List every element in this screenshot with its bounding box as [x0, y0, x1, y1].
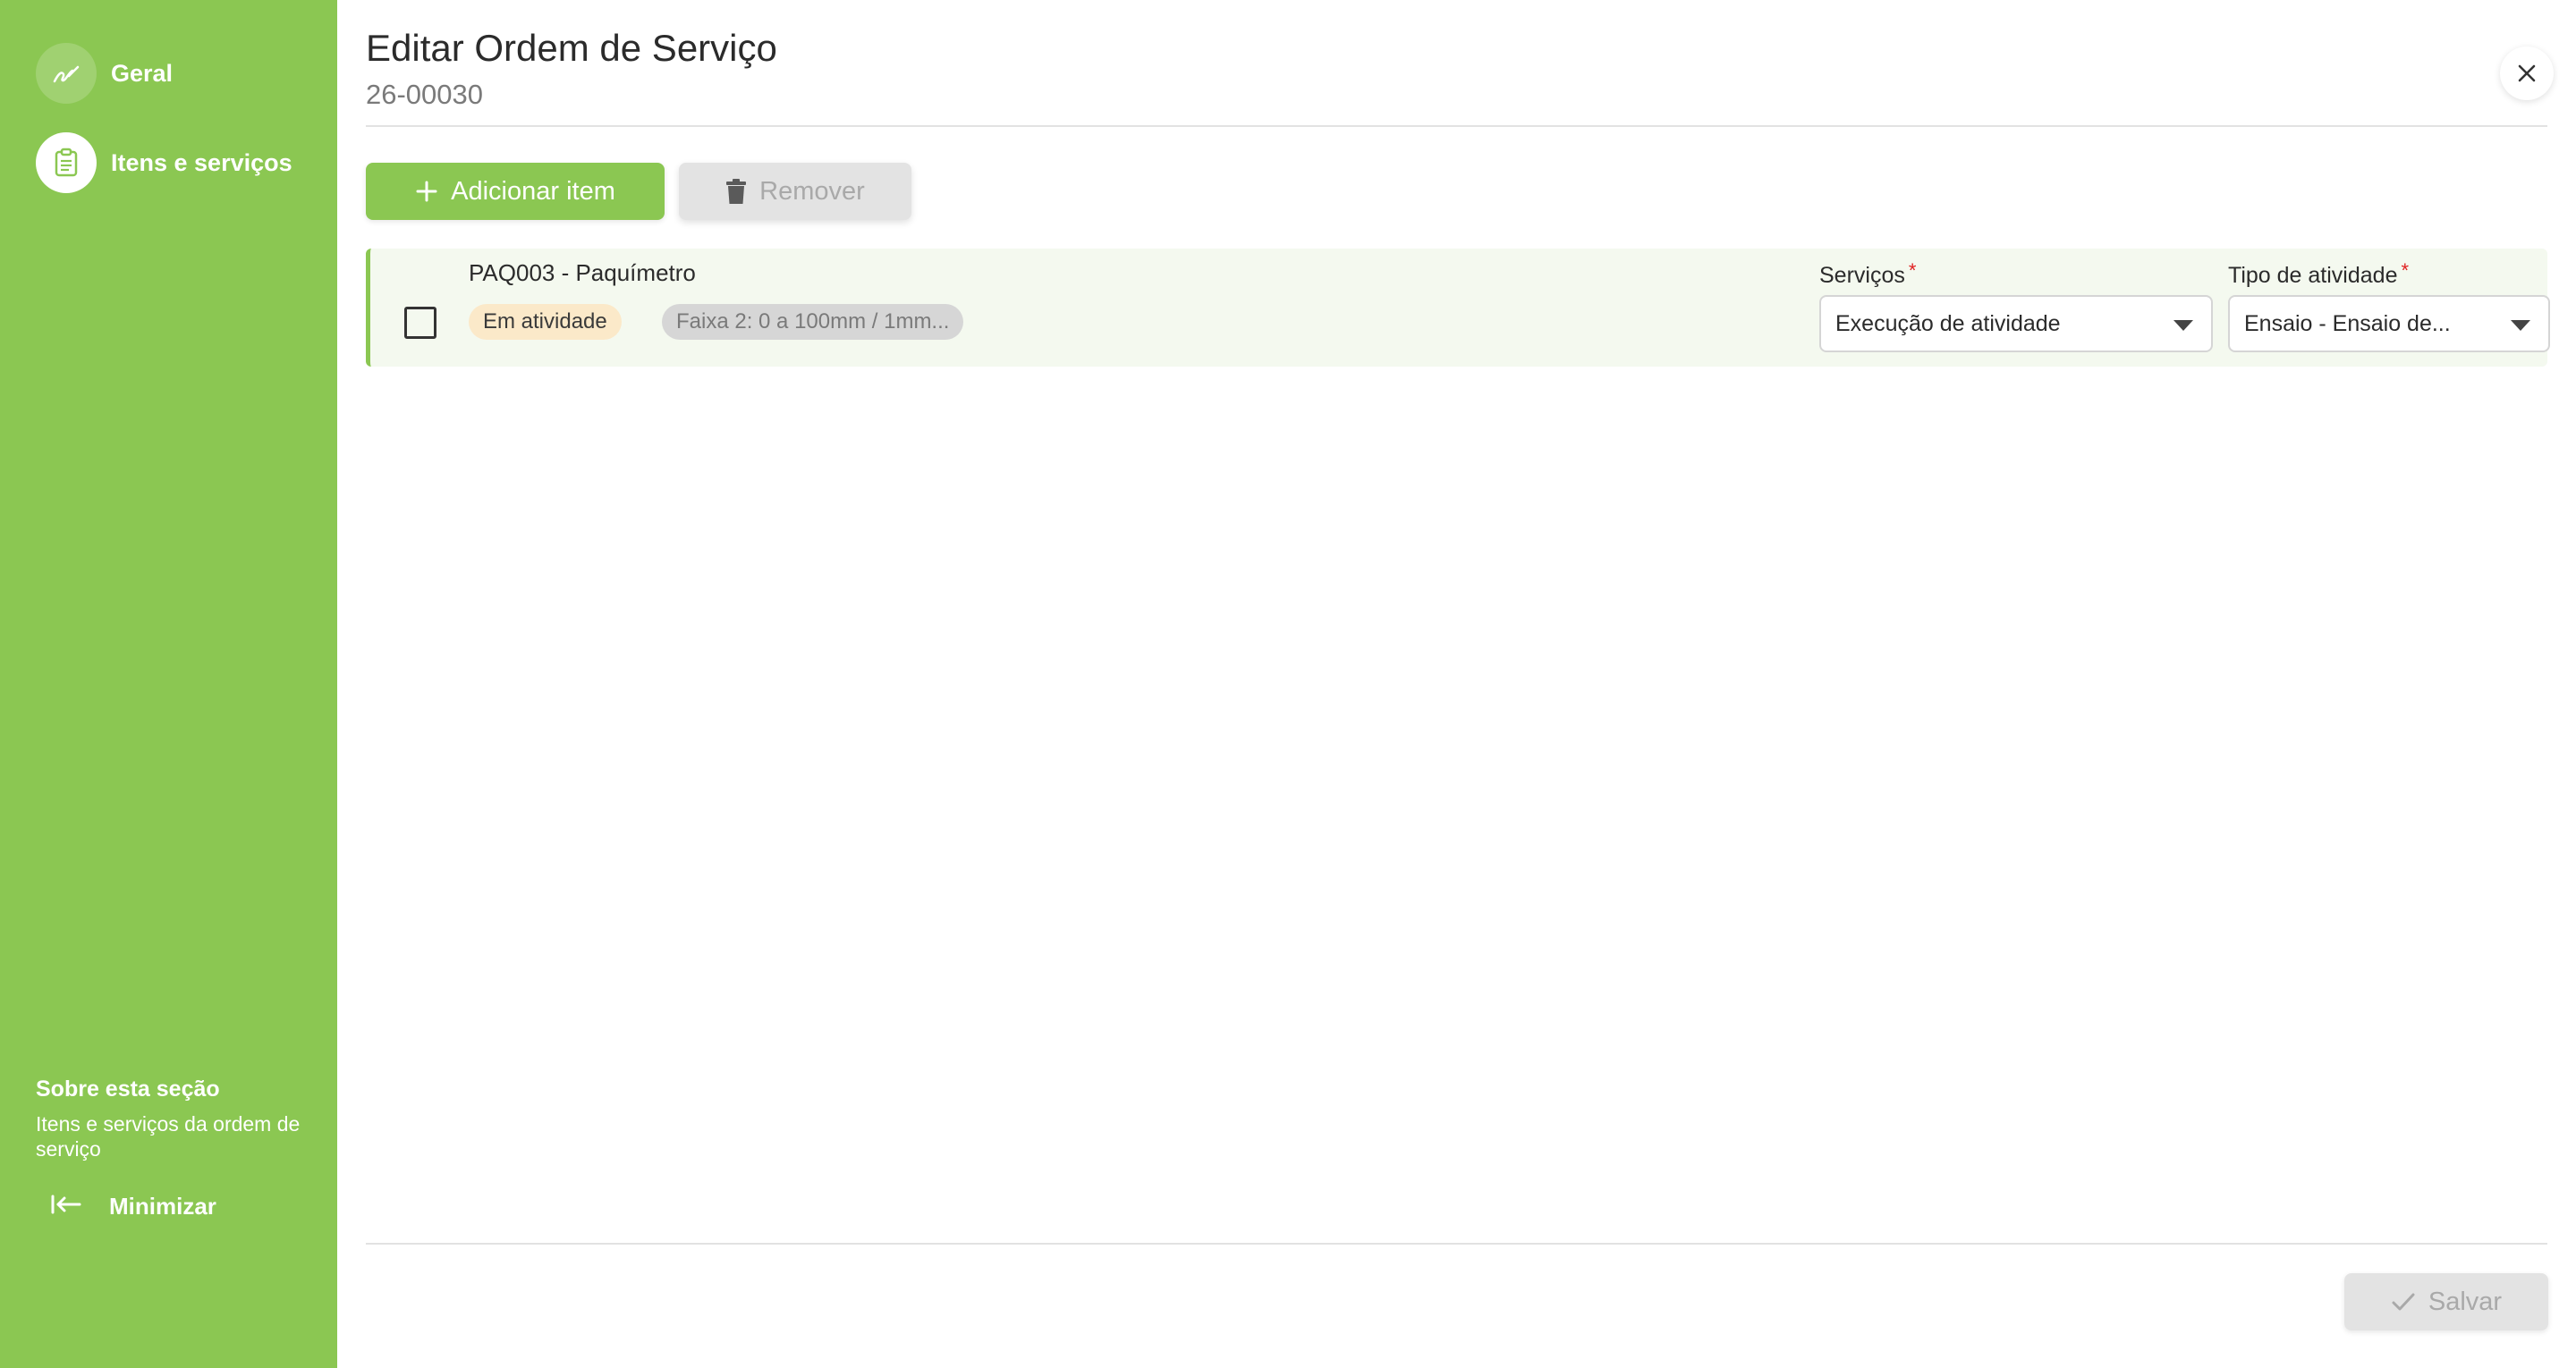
chevron-down-icon	[2174, 320, 2193, 331]
close-icon	[2518, 64, 2536, 82]
add-item-button[interactable]: Adicionar item	[366, 163, 665, 220]
minimize-label: Minimizar	[109, 1193, 216, 1220]
check-icon	[2392, 1293, 2415, 1311]
services-select[interactable]: Execução de atividade	[1819, 295, 2213, 352]
sidebar: Geral Itens e serviços Sobre esta seção …	[0, 0, 337, 1368]
services-value: Execução de atividade	[1835, 310, 2061, 336]
add-item-label: Adicionar item	[451, 176, 615, 206]
collapse-left-icon	[50, 1194, 82, 1220]
close-button[interactable]	[2500, 46, 2554, 100]
status-badge: Em atividade	[469, 304, 622, 340]
services-label-text: Serviços	[1819, 263, 1905, 288]
range-badge: Faixa 2: 0 a 100mm / 1mm...	[662, 304, 964, 340]
sidebar-item-label: Geral	[111, 59, 174, 87]
header-divider	[366, 125, 2547, 127]
trash-icon	[726, 179, 747, 204]
minimize-button[interactable]: Minimizar	[50, 1193, 216, 1220]
activity-type-label: Tipo de atividade *	[2228, 259, 2409, 289]
chevron-down-icon	[2511, 320, 2530, 331]
order-number: 26-00030	[366, 79, 484, 110]
sidebar-item-itens-servicos[interactable]: Itens e serviços	[36, 132, 292, 193]
section-about-description: Itens e serviços da ordem de serviço	[36, 1112, 301, 1161]
save-button[interactable]: Salvar	[2344, 1273, 2548, 1330]
footer-divider	[366, 1243, 2547, 1245]
activity-type-value: Ensaio - Ensaio de...	[2244, 310, 2451, 336]
activity-type-label-text: Tipo de atividade	[2228, 263, 2398, 288]
required-asterisk: *	[1908, 259, 1917, 282]
list-item: PAQ003 - Paquímetro Em atividade Faixa 2…	[366, 249, 2550, 367]
services-label: Serviços *	[1819, 259, 1916, 289]
remove-label: Remover	[759, 176, 865, 206]
section-about: Sobre esta seção Itens e serviços da ord…	[36, 1077, 304, 1161]
item-checkbox[interactable]	[404, 307, 436, 339]
main-panel: Editar Ordem de Serviço 26-00030 Adicion…	[337, 0, 2576, 1368]
sidebar-item-geral[interactable]: Geral	[36, 43, 173, 104]
modal-root: Geral Itens e serviços Sobre esta seção …	[0, 0, 2576, 1368]
sidebar-item-label: Itens e serviços	[111, 148, 292, 176]
save-label: Salvar	[2428, 1287, 2503, 1316]
section-about-title: Sobre esta seção	[36, 1077, 220, 1102]
item-name: PAQ003 - Paquímetro	[469, 259, 696, 286]
page-title: Editar Ordem de Serviço	[366, 27, 777, 69]
remove-button[interactable]: Remover	[679, 163, 911, 220]
clipboard-icon	[36, 132, 97, 193]
activity-type-select[interactable]: Ensaio - Ensaio de...	[2228, 295, 2550, 352]
plus-icon	[416, 181, 437, 202]
signature-icon	[36, 43, 97, 104]
required-asterisk: *	[2401, 259, 2410, 282]
